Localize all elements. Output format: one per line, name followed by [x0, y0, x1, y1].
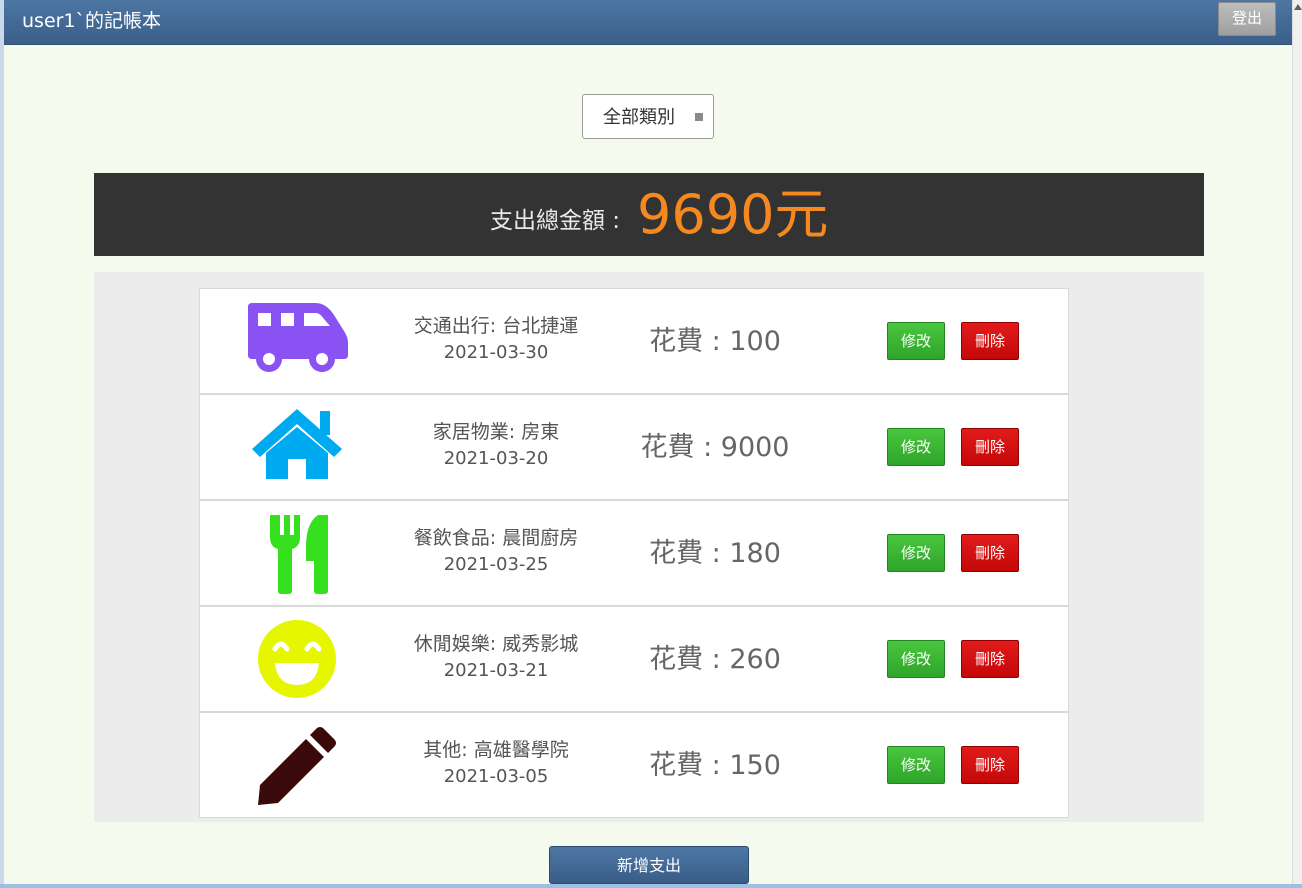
category-filter-value: 全部類別 [603, 107, 675, 128]
expense-row: 休閒娛樂: 威秀影城 2021-03-21 花費 : 260 修改 刪除 [199, 606, 1069, 712]
total-expense-label: 支出總金額 : [490, 208, 621, 234]
expense-category-place: 其他: 高雄醫學院 [423, 739, 569, 761]
expense-category-place: 家居物業: 房東 [432, 421, 560, 443]
expense-date: 2021-03-05 [443, 766, 549, 787]
app-title: user1`的記帳本 [22, 10, 162, 32]
pencil-icon [242, 725, 352, 805]
window-frame-bottom [0, 884, 1302, 888]
bus-icon [242, 301, 352, 381]
expense-date: 2021-03-30 [443, 342, 549, 363]
expense-cost: 花費 : 260 [649, 644, 781, 675]
expense-list: 交通出行: 台北捷運 2021-03-30 花費 : 100 修改 刪除 家居物… [199, 288, 1069, 818]
expense-cost: 花費 : 100 [649, 326, 781, 357]
expense-category-place: 交通出行: 台北捷運 [413, 315, 579, 337]
edit-button[interactable]: 修改 [887, 746, 945, 784]
smiley-icon [242, 619, 352, 699]
expense-row: 交通出行: 台北捷運 2021-03-30 花費 : 100 修改 刪除 [199, 288, 1069, 394]
expense-row: 家居物業: 房東 2021-03-20 花費 : 9000 修改 刪除 [199, 394, 1069, 500]
expense-category-place: 休閒娛樂: 威秀影城 [413, 633, 579, 655]
delete-button[interactable]: 刪除 [961, 428, 1019, 466]
total-expense-amount: 9690元 [637, 183, 829, 246]
expense-date: 2021-03-21 [443, 660, 549, 681]
dropdown-arrow-icon [695, 113, 703, 121]
edit-button[interactable]: 修改 [887, 640, 945, 678]
expense-row: 餐飲食品: 晨間廚房 2021-03-25 花費 : 180 修改 刪除 [199, 500, 1069, 606]
utensils-icon [242, 513, 352, 594]
delete-button[interactable]: 刪除 [961, 322, 1019, 360]
edit-button[interactable]: 修改 [887, 428, 945, 466]
edit-button[interactable]: 修改 [887, 534, 945, 572]
scroll-up-arrow-icon[interactable] [1294, 4, 1302, 10]
delete-button[interactable]: 刪除 [961, 534, 1019, 572]
window-frame-left [0, 0, 4, 888]
expense-cost: 花費 : 150 [649, 750, 781, 781]
house-icon [242, 407, 352, 487]
expense-cost: 花費 : 180 [649, 538, 781, 569]
vertical-scrollbar[interactable] [1292, 0, 1302, 888]
top-navbar: user1`的記帳本 登出 [4, 0, 1292, 45]
edit-button[interactable]: 修改 [887, 322, 945, 360]
expense-cost: 花費 : 9000 [640, 432, 790, 463]
delete-button[interactable]: 刪除 [961, 746, 1019, 784]
add-expense-button[interactable]: 新增支出 [549, 846, 749, 884]
expense-date: 2021-03-20 [443, 448, 549, 469]
logout-button[interactable]: 登出 [1218, 2, 1276, 36]
delete-button[interactable]: 刪除 [961, 640, 1019, 678]
expense-category-place: 餐飲食品: 晨間廚房 [413, 527, 579, 549]
total-expense-bar: 支出總金額 : 9690元 [94, 173, 1204, 256]
category-filter-select[interactable]: 全部類別 [582, 94, 714, 139]
expense-date: 2021-03-25 [443, 554, 549, 575]
expense-list-panel: 交通出行: 台北捷運 2021-03-30 花費 : 100 修改 刪除 家居物… [94, 272, 1204, 822]
expense-row: 其他: 高雄醫學院 2021-03-05 花費 : 150 修改 刪除 [199, 712, 1069, 818]
